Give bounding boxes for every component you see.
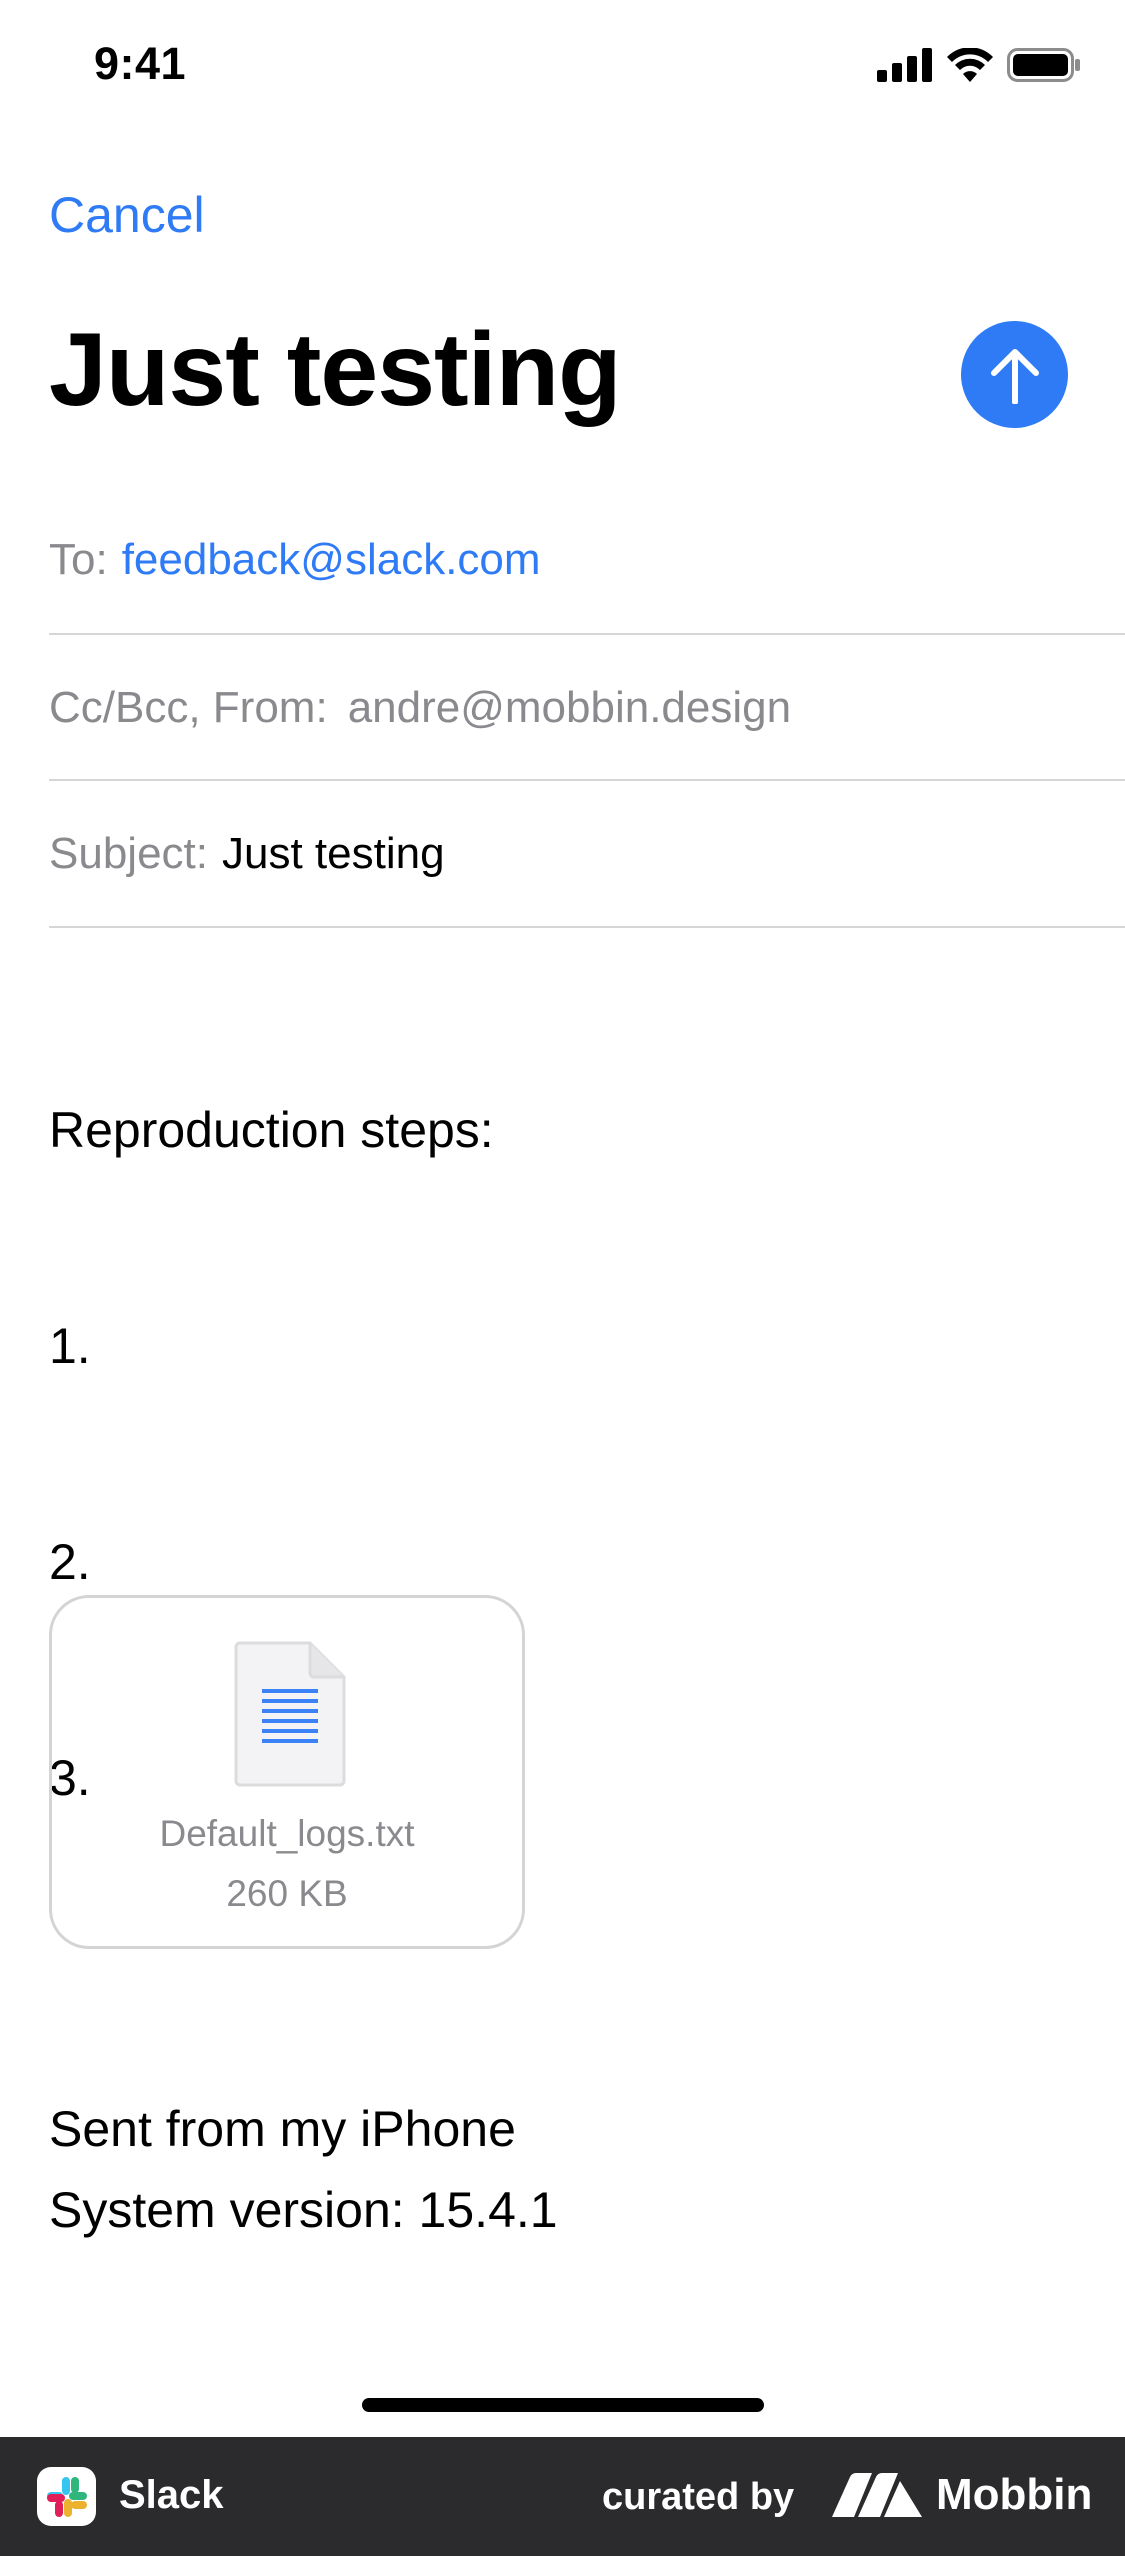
app-name: Slack	[119, 2473, 224, 2517]
ccbcc-from-field[interactable]: Cc/Bcc, From: andre@mobbin.design	[49, 635, 1125, 781]
signature: Sent from my iPhone	[49, 2101, 516, 2157]
send-button[interactable]	[961, 321, 1068, 428]
ccbcc-from-label: Cc/Bcc, From:	[49, 683, 328, 732]
from-address[interactable]: andre@mobbin.design	[348, 683, 791, 733]
body-line: Reproduction steps:	[49, 1102, 494, 1158]
subject-field[interactable]: Subject: Just testing	[49, 781, 1125, 927]
body-line: System version: 15.4.1	[49, 2182, 558, 2238]
attachment-size: 260 KB	[226, 1873, 348, 1914]
curated-by-label: curated by	[602, 2476, 795, 2518]
brand-name: Mobbin	[936, 2470, 1093, 2519]
subject-label: Subject:	[49, 829, 208, 878]
body-line	[49, 1958, 558, 2030]
status-time: 9:41	[94, 38, 187, 89]
divider	[49, 926, 1125, 928]
status-icons	[877, 48, 1081, 82]
cancel-button[interactable]: Cancel	[49, 186, 205, 244]
footer-banner: Slack curated by Mobbin	[0, 2437, 1125, 2556]
attachment-name: Default_logs.txt	[159, 1813, 415, 1854]
mobbin-logo-icon	[832, 2473, 922, 2517]
text-document-icon	[234, 1641, 346, 1787]
to-recipient[interactable]: feedback@slack.com	[122, 535, 541, 585]
battery-icon	[1007, 48, 1080, 82]
arrow-up-icon	[990, 348, 1039, 404]
subject-input[interactable]: Just testing	[222, 829, 445, 879]
to-field[interactable]: To: feedback@slack.com	[49, 487, 1125, 633]
home-indicator[interactable]	[362, 2398, 764, 2412]
signal-icon	[877, 48, 932, 82]
page-title: Just testing	[49, 312, 622, 428]
to-label: To:	[49, 535, 108, 584]
slack-logo-icon	[37, 2467, 96, 2526]
attachment-card[interactable]: Default_logs.txt 260 KB	[49, 1595, 525, 1949]
wifi-icon	[947, 48, 993, 82]
body-line: 2.	[49, 1534, 91, 1590]
body-line: 1.	[49, 1318, 91, 1374]
